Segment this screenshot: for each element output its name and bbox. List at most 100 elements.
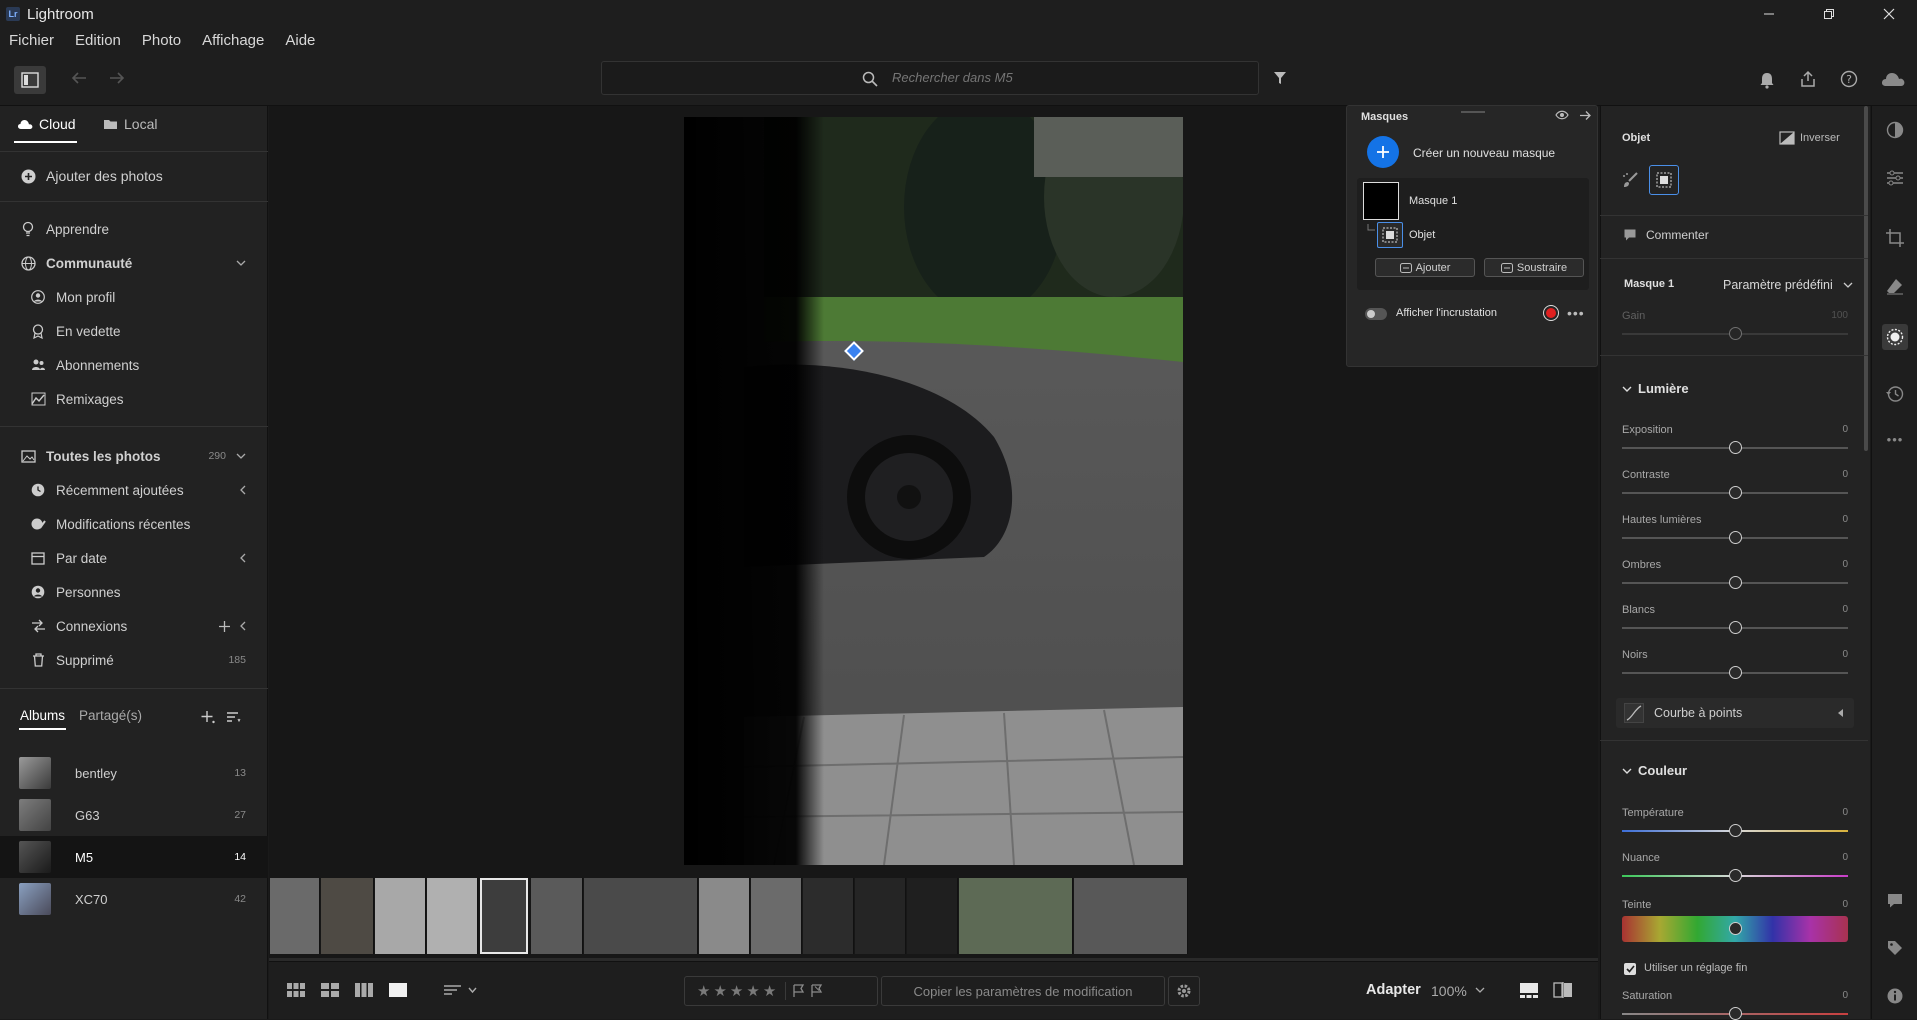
- menu-edition[interactable]: Edition: [75, 32, 121, 54]
- filmstrip-thumbnail[interactable]: [855, 878, 906, 954]
- overlay-toggle[interactable]: [1365, 308, 1387, 320]
- sidebar-item-deleted[interactable]: Supprimé 185: [0, 643, 268, 677]
- flag-reject-icon[interactable]: [810, 984, 823, 998]
- help-icon[interactable]: ?: [1840, 70, 1858, 88]
- presets-icon[interactable]: [1885, 120, 1905, 140]
- slider-knob[interactable]: [1729, 824, 1742, 837]
- add-photos-button[interactable]: Ajouter des photos: [0, 159, 268, 193]
- mask-thumbnail[interactable]: [1363, 182, 1399, 220]
- slider-knob[interactable]: [1729, 1007, 1742, 1020]
- create-mask-label[interactable]: Créer un nouveau masque: [1413, 146, 1555, 160]
- slider-knob[interactable]: [1729, 531, 1742, 544]
- chevron-left-icon[interactable]: [240, 553, 246, 563]
- tab-shared[interactable]: Partagé(s): [79, 708, 142, 723]
- menu-affichage[interactable]: Affichage: [202, 32, 264, 54]
- mask-name[interactable]: Masque 1: [1409, 195, 1457, 207]
- tab-local[interactable]: Local: [103, 116, 157, 132]
- sidebar-item-people[interactable]: Personnes: [0, 575, 268, 609]
- zoom-level[interactable]: 100%: [1431, 983, 1467, 999]
- star-icon[interactable]: ★: [746, 982, 759, 1000]
- create-mask-button[interactable]: [1367, 136, 1399, 168]
- sidebar-item-remixes[interactable]: Remixages: [0, 382, 268, 416]
- share-icon[interactable]: [1799, 70, 1817, 88]
- chevron-left-icon[interactable]: [240, 621, 246, 631]
- filmstrip-thumbnail[interactable]: [751, 878, 802, 954]
- object-select-button[interactable]: [1649, 165, 1679, 195]
- sidebar-item-featured[interactable]: En vedette: [0, 314, 268, 348]
- slider-knob[interactable]: [1729, 327, 1742, 340]
- filmstrip-thumbnail[interactable]: [427, 878, 478, 954]
- fit-label[interactable]: Adapter: [1366, 982, 1421, 998]
- filmstrip-thumbnail[interactable]: [959, 878, 1073, 954]
- filmstrip-thumbnail[interactable]: [584, 878, 698, 954]
- chevron-down-icon[interactable]: [236, 260, 246, 266]
- exit-arrow-icon[interactable]: [1579, 110, 1592, 121]
- album-m5[interactable]: M5 14: [0, 836, 268, 878]
- cloud-sync-icon[interactable]: [1880, 70, 1906, 88]
- sort-icon[interactable]: [443, 984, 477, 996]
- sidebar-item-recently-added[interactable]: Récemment ajoutées: [0, 473, 268, 507]
- section-color-header[interactable]: Couleur: [1622, 763, 1687, 778]
- slider-knob[interactable]: [1729, 666, 1742, 679]
- invert-icon[interactable]: [1779, 131, 1795, 145]
- slider-knob[interactable]: [1729, 576, 1742, 589]
- slider-knob[interactable]: [1729, 922, 1742, 935]
- drag-handle[interactable]: [1461, 111, 1485, 113]
- slider-knob[interactable]: [1729, 441, 1742, 454]
- filmstrip-thumbnail[interactable]: [375, 878, 426, 954]
- history-icon[interactable]: [1885, 384, 1905, 404]
- bell-icon[interactable]: [1759, 71, 1775, 89]
- star-icon[interactable]: ★: [697, 982, 710, 1000]
- menu-fichier[interactable]: Fichier: [9, 32, 54, 54]
- sidebar-item-subscriptions[interactable]: Abonnements: [0, 348, 268, 382]
- panel-toggle-button[interactable]: [14, 66, 46, 94]
- star-icon[interactable]: ★: [730, 982, 743, 1000]
- filmstrip-thumbnail[interactable]: [1074, 878, 1188, 954]
- info-icon[interactable]: [1885, 986, 1905, 1006]
- slider-knob[interactable]: [1729, 486, 1742, 499]
- add-component-button[interactable]: Ajouter: [1375, 258, 1475, 277]
- chevron-down-icon[interactable]: [1843, 282, 1853, 288]
- filmstrip-thumbnail[interactable]: [321, 878, 374, 954]
- eye-icon[interactable]: [1555, 110, 1569, 120]
- album-g63[interactable]: G63 27: [0, 794, 268, 836]
- section-light-header[interactable]: Lumière: [1622, 381, 1689, 396]
- edit-panel-scrollbar[interactable]: [1864, 106, 1868, 451]
- comment-button[interactable]: Commenter: [1646, 228, 1709, 242]
- menu-aide[interactable]: Aide: [285, 32, 315, 54]
- filmstrip-thumbnail[interactable]: [531, 878, 583, 954]
- sort-icon[interactable]: [226, 710, 241, 724]
- restore-button[interactable]: [1806, 0, 1852, 28]
- tab-cloud[interactable]: Cloud: [17, 116, 76, 132]
- more-icon[interactable]: •••: [1885, 429, 1905, 449]
- slider-knob[interactable]: [1729, 869, 1742, 882]
- tag-icon[interactable]: [1885, 938, 1905, 958]
- grid-large-icon[interactable]: [321, 983, 339, 997]
- point-curve-button[interactable]: Courbe à points: [1616, 698, 1854, 728]
- sidebar-item-profile[interactable]: Mon profil: [0, 280, 268, 314]
- filmstrip-thumbnail[interactable]: [270, 878, 320, 954]
- comments-icon[interactable]: [1885, 890, 1905, 910]
- slider-knob[interactable]: [1729, 621, 1742, 634]
- grid-small-icon[interactable]: [287, 983, 305, 997]
- compare-icon[interactable]: [1553, 982, 1573, 998]
- chevron-down-icon[interactable]: [1475, 987, 1485, 993]
- sidebar-item-recent-edits[interactable]: Modifications récentes: [0, 507, 268, 541]
- filmstrip-thumbnail-selected[interactable]: [480, 878, 528, 954]
- sidebar-item-learn[interactable]: Apprendre: [0, 212, 268, 246]
- sidebar-item-all-photos[interactable]: Toutes les photos 290: [0, 439, 268, 473]
- eraser-icon[interactable]: [1885, 276, 1905, 296]
- add-connection-icon[interactable]: [219, 620, 230, 632]
- sidebar-item-connections[interactable]: Connexions: [0, 609, 268, 643]
- filmstrip-thumbnail[interactable]: [907, 878, 958, 954]
- subtract-component-button[interactable]: Soustraire: [1484, 258, 1584, 277]
- main-photo[interactable]: [684, 117, 1183, 865]
- copy-settings-gear-button[interactable]: [1168, 976, 1200, 1006]
- filmstrip-thumbnail[interactable]: [699, 878, 750, 954]
- sidebar-item-by-date[interactable]: Par date: [0, 541, 268, 575]
- album-bentley[interactable]: bentley 13: [0, 752, 268, 794]
- more-options-icon[interactable]: •••: [1567, 305, 1585, 321]
- back-arrow-icon[interactable]: [70, 70, 88, 86]
- overlay-color-swatch[interactable]: [1543, 305, 1559, 321]
- sidebar-item-community[interactable]: Communauté: [0, 246, 268, 280]
